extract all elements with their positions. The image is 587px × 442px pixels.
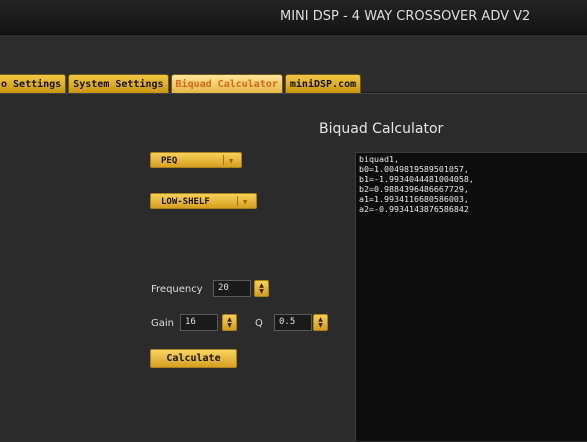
- gain-input[interactable]: 16: [180, 314, 218, 331]
- gain-stepper[interactable]: ▲ ▼: [222, 314, 237, 331]
- window-title: MINI DSP - 4 WAY CROSSOVER ADV V2: [280, 9, 531, 24]
- filter-type-value: PEQ: [161, 156, 178, 166]
- triangle-down-icon[interactable]: ▼: [255, 289, 268, 295]
- triangle-down-icon[interactable]: ▼: [314, 323, 327, 329]
- tab-minidsp-com[interactable]: miniDSP.com: [284, 74, 362, 93]
- frequency-stepper[interactable]: ▲ ▼: [254, 280, 269, 297]
- frequency-label: Frequency: [151, 284, 203, 295]
- gain-label: Gain: [151, 318, 174, 329]
- chevron-down-icon[interactable]: ▼: [229, 153, 233, 169]
- page-title: Biquad Calculator: [319, 121, 444, 137]
- q-label: Q: [255, 318, 263, 329]
- calculate-button[interactable]: Calculate: [150, 349, 237, 368]
- shelf-type-value: LOW-SHELF: [161, 197, 210, 207]
- output-line: biquad1,: [359, 154, 399, 164]
- output-lines: biquad1, b0=1.0049819589501057, b1=-1.9934…: [356, 153, 587, 214]
- triangle-down-icon[interactable]: ▼: [223, 323, 236, 329]
- shelf-type-dropdown[interactable]: LOW-SHELF ▼: [150, 193, 257, 209]
- title-bar: MINI DSP - 4 WAY CROSSOVER ADV V2: [0, 0, 587, 35]
- chevron-down-icon[interactable]: ▼: [243, 194, 247, 210]
- tab-biquad-calculator[interactable]: Biquad Calculator: [170, 74, 283, 94]
- output-line: b2=0.9884396486667729,: [359, 184, 469, 194]
- output-line: b1=-1.9934044481004058,: [359, 174, 474, 184]
- q-input[interactable]: 0.5: [274, 314, 312, 331]
- frequency-input[interactable]: 20: [213, 280, 251, 297]
- output-line: a2=-0.9934143876586842: [359, 204, 469, 214]
- dropdown-divider: [237, 196, 238, 206]
- tab-settings-partial[interactable]: o Settings: [0, 74, 67, 93]
- biquad-output-textarea[interactable]: biquad1, b0=1.0049819589501057, b1=-1.9934…: [355, 152, 587, 441]
- output-line: a1=1.9934116680586003,: [359, 194, 469, 204]
- tab-bar: o Settings System Settings Biquad Calcul…: [0, 74, 363, 94]
- filter-type-dropdown[interactable]: PEQ ▼: [150, 152, 242, 168]
- tab-system-settings[interactable]: System Settings: [68, 74, 169, 93]
- output-line: b0=1.0049819589501057,: [359, 164, 469, 174]
- q-stepper[interactable]: ▲ ▼: [313, 314, 328, 331]
- dropdown-divider: [223, 155, 224, 165]
